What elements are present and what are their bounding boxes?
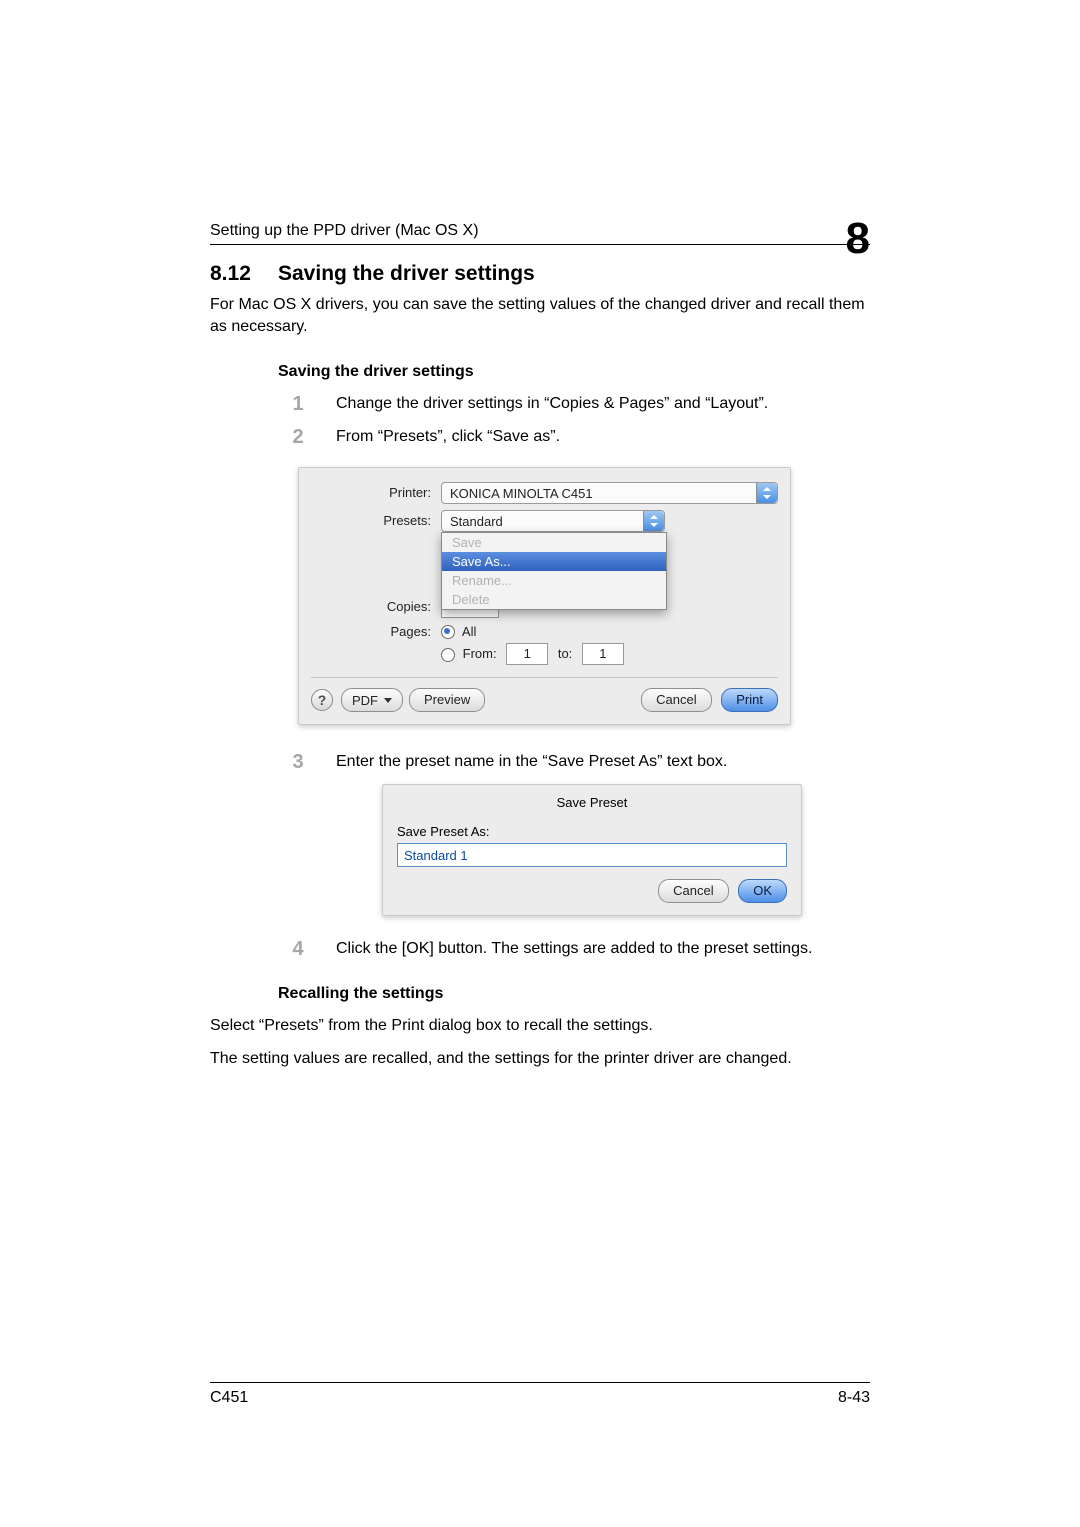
cancel-button[interactable]: Cancel — [641, 688, 711, 712]
copies-label: Copies: — [311, 599, 441, 614]
presets-dropdown[interactable]: Standard — [441, 510, 665, 532]
print-dialog-screenshot: Printer: KONICA MINOLTA C451 Presets: St… — [298, 467, 791, 726]
page: Setting up the PPD driver (Mac OS X) 8 8… — [0, 0, 1080, 1527]
presets-value: Standard — [450, 514, 503, 529]
printer-label: Printer: — [311, 485, 441, 500]
step-text: Click the [OK] button. The settings are … — [336, 938, 812, 960]
pdf-dropdown-button[interactable]: PDF — [341, 688, 403, 712]
step-text: From “Presets”, click “Save as”. — [336, 426, 560, 448]
presets-menu-rename[interactable]: Rename... — [442, 571, 666, 590]
presets-open-menu: Save Save As... Rename... Delete — [441, 532, 667, 610]
step-number: 3 — [278, 751, 318, 774]
preview-button[interactable]: Preview — [409, 688, 485, 712]
save-preset-cancel-button[interactable]: Cancel — [658, 879, 728, 903]
pages-to-label: to: — [558, 646, 572, 661]
running-title: Setting up the PPD driver (Mac OS X) — [210, 222, 479, 240]
pages-all-radio[interactable] — [441, 625, 455, 639]
step-number: 1 — [278, 393, 318, 416]
footer-model: C451 — [210, 1389, 248, 1407]
presets-menu-delete[interactable]: Delete — [442, 590, 666, 609]
dropdown-arrow-icon — [643, 511, 664, 531]
print-button[interactable]: Print — [721, 688, 778, 712]
step-4: 4 Click the [OK] button. The settings ar… — [278, 938, 870, 961]
step-3: 3 Enter the preset name in the “Save Pre… — [278, 751, 870, 774]
save-preset-dialog-screenshot: Save Preset Save Preset As: Standard 1 C… — [382, 784, 802, 916]
pages-from-label: From: — [463, 646, 497, 661]
step-number: 2 — [278, 426, 318, 449]
section-intro: For Mac OS X drivers, you can save the s… — [210, 294, 870, 339]
step-text: Change the driver settings in “Copies & … — [336, 393, 768, 415]
printer-value: KONICA MINOLTA C451 — [450, 486, 593, 501]
page-footer: C451 8-43 — [210, 1382, 870, 1407]
footer-page-number: 8-43 — [838, 1389, 870, 1407]
pages-label: Pages: — [311, 624, 441, 639]
page-header: Setting up the PPD driver (Mac OS X) 8 — [210, 214, 870, 245]
pages-all-label: All — [462, 624, 476, 639]
save-preset-title: Save Preset — [397, 795, 787, 810]
chapter-number: 8 — [846, 226, 870, 252]
pdf-label: PDF — [352, 693, 378, 708]
subheading-recalling: Recalling the settings — [278, 985, 870, 1003]
save-preset-field-label: Save Preset As: — [397, 824, 787, 839]
help-icon[interactable]: ? — [311, 689, 333, 711]
step-1: 1 Change the driver settings in “Copies … — [278, 393, 870, 416]
save-preset-input[interactable]: Standard 1 — [397, 843, 787, 867]
step-number: 4 — [278, 938, 318, 961]
step-2: 2 From “Presets”, click “Save as”. — [278, 426, 870, 449]
presets-menu-save-as[interactable]: Save As... — [442, 552, 666, 571]
presets-label: Presets: — [311, 513, 441, 528]
step-text: Enter the preset name in the “Save Prese… — [336, 751, 727, 773]
pages-from-field[interactable]: 1 — [506, 643, 548, 665]
recall-paragraph-2: The setting values are recalled, and the… — [210, 1048, 870, 1070]
pages-to-field[interactable]: 1 — [582, 643, 624, 665]
save-preset-ok-button[interactable]: OK — [738, 879, 787, 903]
pages-from-radio[interactable] — [441, 648, 455, 662]
section-title: Saving the driver settings — [278, 262, 535, 286]
chevron-down-icon — [384, 698, 392, 703]
recall-paragraph-1: Select “Presets” from the Print dialog b… — [210, 1015, 870, 1037]
presets-menu-save[interactable]: Save — [442, 533, 666, 552]
dropdown-arrow-icon — [756, 483, 777, 503]
page-body: 8.12 Saving the driver settings For Mac … — [210, 262, 870, 1080]
section-number: 8.12 — [210, 262, 262, 286]
printer-dropdown[interactable]: KONICA MINOLTA C451 — [441, 482, 778, 504]
subheading-saving: Saving the driver settings — [278, 363, 870, 381]
